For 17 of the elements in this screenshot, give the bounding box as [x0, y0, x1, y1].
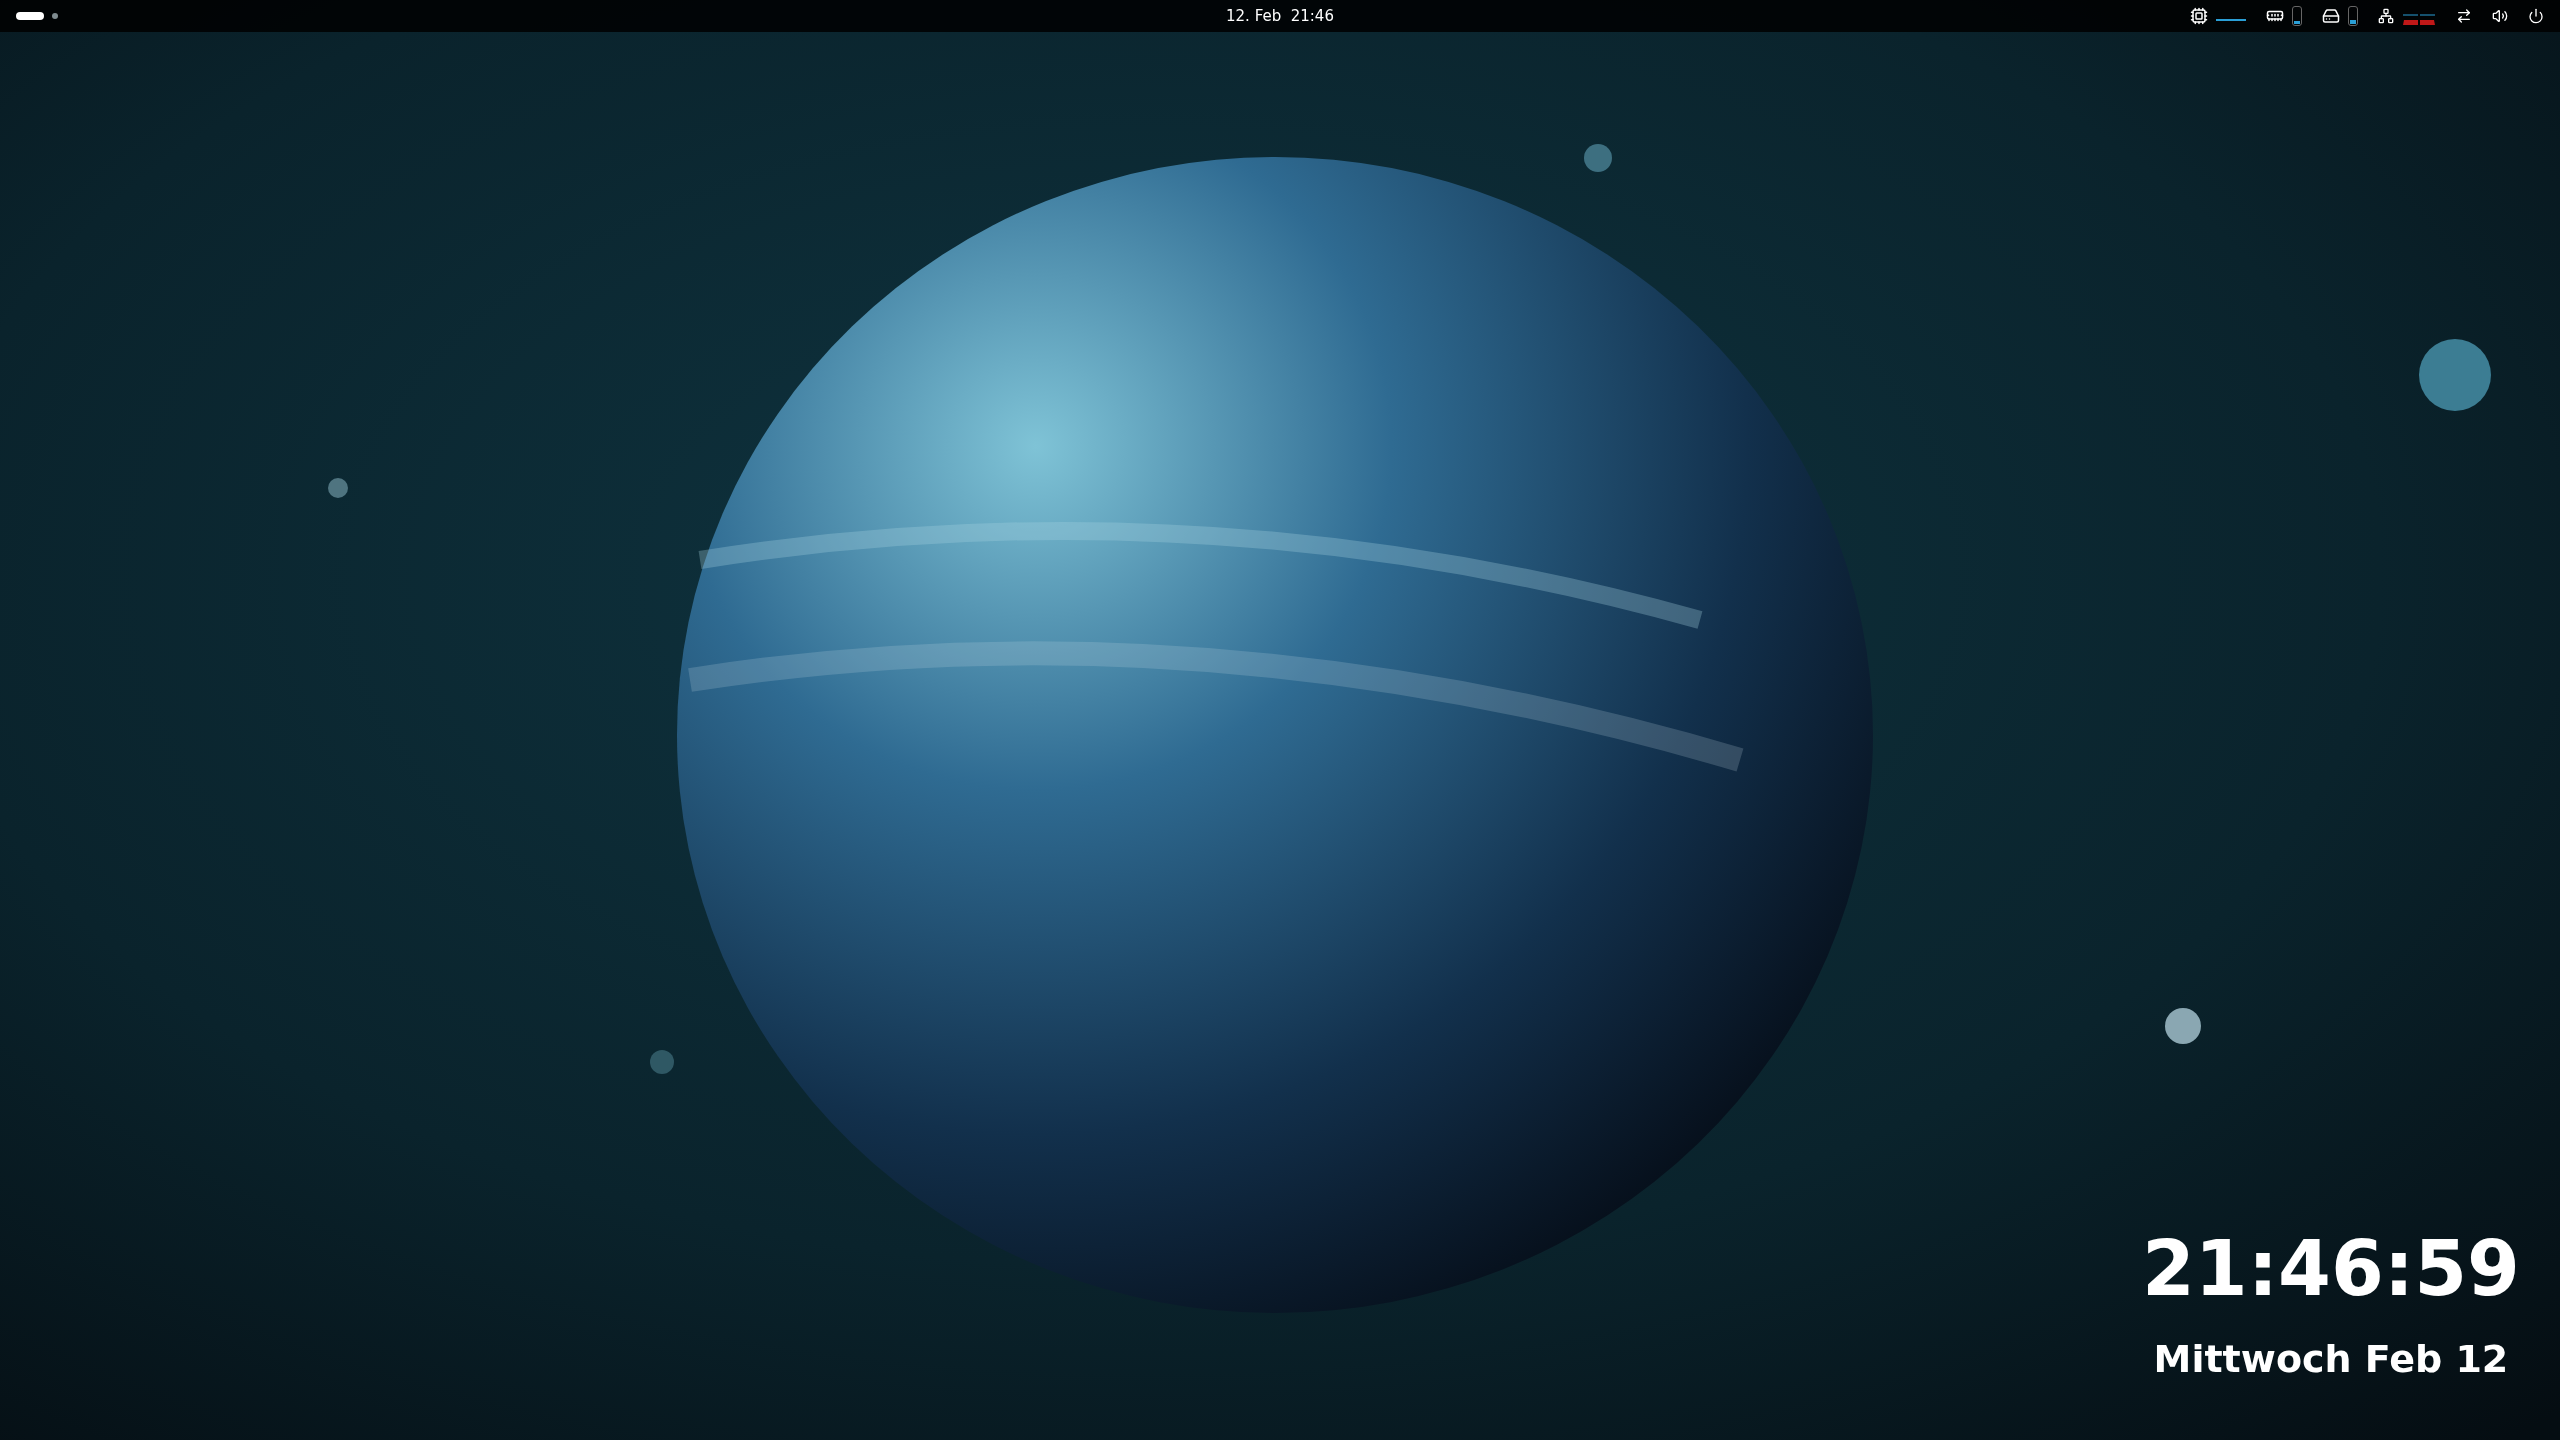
moon-drawing [2419, 339, 2491, 411]
desktop-clock-time: 21:46:59 [2141, 1231, 2520, 1307]
desktop-clock-date: Mittwoch Feb 12 [2153, 1336, 2509, 1383]
network-icon[interactable] [2378, 8, 2394, 24]
moon-drawing [1584, 144, 1612, 172]
power-icon[interactable] [2528, 8, 2544, 24]
workspace-indicator[interactable] [16, 12, 44, 20]
processor-icon[interactable] [2190, 7, 2208, 25]
clock-button[interactable]: 12. Feb 21:46 [1218, 4, 1342, 28]
moon-drawing [2165, 1008, 2201, 1044]
moon-drawing [328, 478, 348, 498]
workspace-indicator[interactable] [52, 13, 58, 19]
volume-icon[interactable] [2492, 8, 2508, 24]
moon-drawing [650, 1050, 674, 1074]
drive-icon[interactable] [2322, 7, 2340, 25]
arrows-icon[interactable] [2456, 8, 2472, 24]
traffic-graph [2402, 14, 2436, 26]
